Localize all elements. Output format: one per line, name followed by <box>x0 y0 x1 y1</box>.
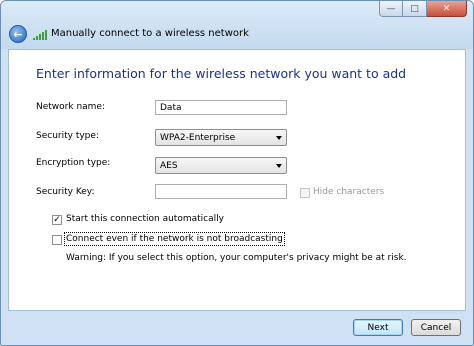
next-button[interactable]: Next <box>353 319 403 336</box>
start-automatically-checkbox[interactable]: ✓ <box>52 215 62 225</box>
network-name-input[interactable]: Data <box>155 100 287 115</box>
caption-buttons: — □ ✕ <box>379 1 467 17</box>
connect-even-label: Connect even if the network is not broad… <box>64 232 285 246</box>
content-panel: Enter information for the wireless netwo… <box>8 49 466 311</box>
maximize-button[interactable]: □ <box>403 1 427 17</box>
hide-characters-checkbox[interactable] <box>300 188 310 198</box>
encryption-type-select[interactable]: AES <box>155 157 287 174</box>
security-key-label: Security Key: <box>36 187 95 197</box>
chevron-down-icon <box>276 136 282 140</box>
window-title: Manually connect to a wireless network <box>51 28 249 39</box>
start-automatically-label: Start this connection automatically <box>66 214 224 224</box>
security-key-input[interactable] <box>155 184 287 199</box>
minimize-button[interactable]: — <box>379 1 403 17</box>
encryption-type-value: AES <box>160 161 178 171</box>
hide-characters-label: Hide characters <box>313 187 385 197</box>
page-heading: Enter information for the wireless netwo… <box>36 66 407 81</box>
close-button[interactable]: ✕ <box>427 1 467 17</box>
connect-even-checkbox[interactable] <box>52 235 62 245</box>
security-type-value: WPA2-Enterprise <box>160 133 236 143</box>
dialog-window: — □ ✕ ← Manually connect to a wireless n… <box>0 0 474 346</box>
network-name-label: Network name: <box>36 102 105 112</box>
security-type-select[interactable]: WPA2-Enterprise <box>155 129 287 146</box>
chevron-down-icon <box>276 164 282 168</box>
cancel-button[interactable]: Cancel <box>411 319 461 336</box>
security-type-label: Security type: <box>36 131 99 141</box>
back-arrow-icon[interactable]: ← <box>9 25 27 43</box>
encryption-type-label: Encryption type: <box>36 158 111 168</box>
privacy-warning: Warning: If you select this option, your… <box>66 253 407 263</box>
wireless-signal-icon <box>33 30 47 40</box>
